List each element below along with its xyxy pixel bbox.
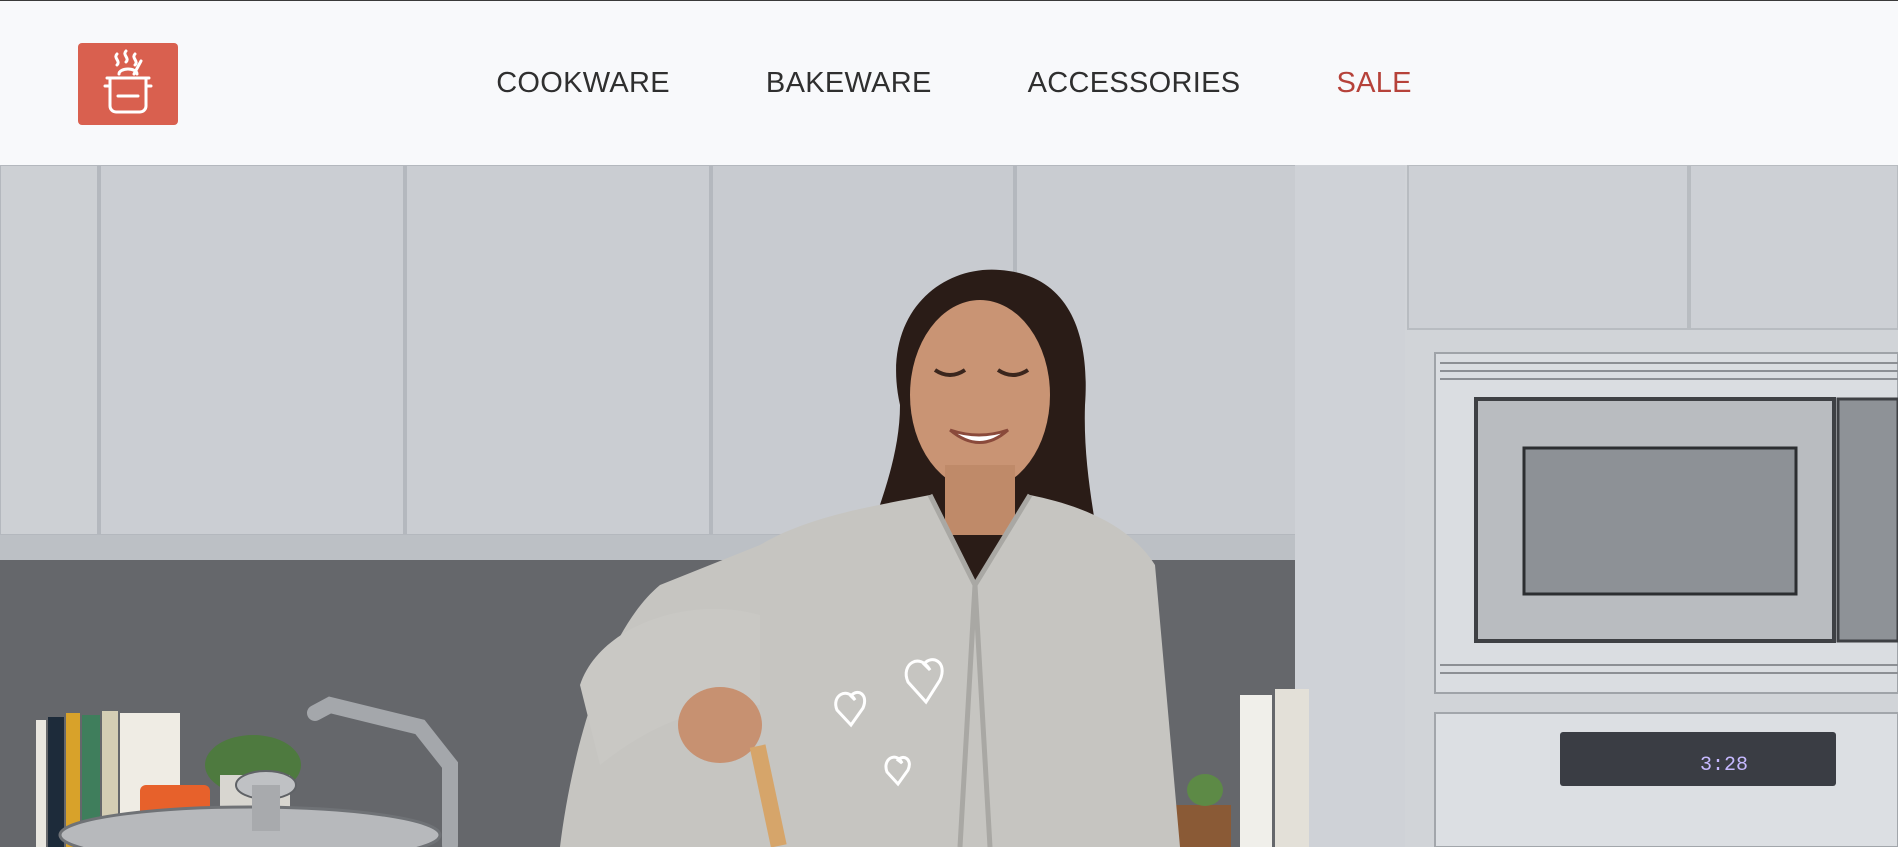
nav-accessories[interactable]: ACCESSORIES — [1028, 67, 1241, 100]
nav-cookware[interactable]: COOKWARE — [496, 67, 670, 100]
site-header: COOKWARE BAKEWARE ACCESSORIES SALE — [0, 0, 1898, 165]
hero-image: 3:28 — [0, 165, 1898, 847]
nav-bakeware[interactable]: BAKEWARE — [766, 67, 932, 100]
hero-banner: 3:28 — [0, 165, 1898, 847]
oven-display-text: 3:28 — [1700, 754, 1748, 777]
nav-sale[interactable]: SALE — [1336, 67, 1411, 100]
main-nav: COOKWARE BAKEWARE ACCESSORIES SALE — [0, 1, 1898, 166]
